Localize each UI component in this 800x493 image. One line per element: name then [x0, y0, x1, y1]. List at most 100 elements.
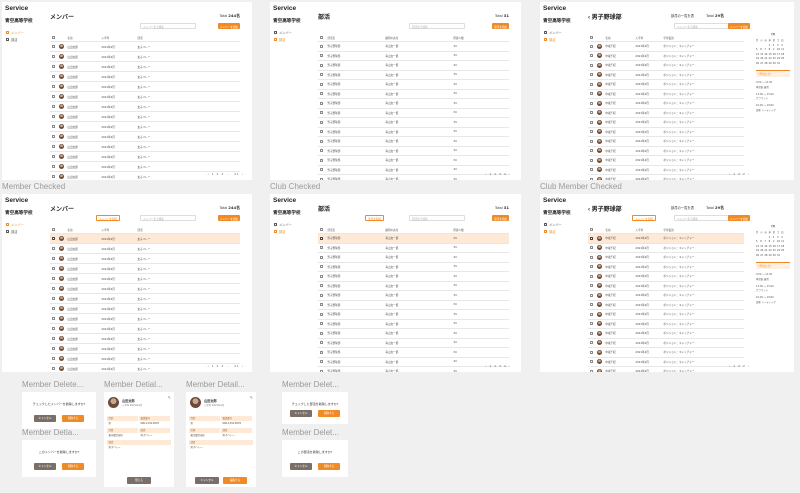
nav-item[interactable]: メンバー	[6, 29, 36, 36]
table-row[interactable]: 山田太郎 2021年4月 女子バレー	[50, 334, 240, 344]
select-all-checkbox[interactable]	[52, 227, 56, 232]
cancel-button[interactable]: キャンセル	[34, 463, 56, 470]
event-item[interactable]: 体育館 練習	[756, 85, 790, 89]
table-row[interactable]: 山田太郎 2021年4月 女子バレー	[50, 162, 240, 172]
delete-button[interactable]: メンバーを削除	[96, 215, 121, 221]
row-checkbox[interactable]	[320, 92, 324, 96]
nav-item[interactable]: メンバー	[274, 221, 304, 228]
table-row[interactable]: 中坂千紀 2021年4月 ポジション：キャッチャー	[588, 52, 744, 61]
table-row[interactable]: 中坂千紀 2021年4月 ポジション：キャッチャー	[588, 244, 744, 253]
row-checkbox[interactable]	[320, 101, 324, 105]
delete-button[interactable]: 部活を削除	[365, 215, 384, 221]
add-button[interactable]: メンバーを追加	[217, 215, 240, 221]
edit-icon[interactable]: ✎	[168, 395, 171, 400]
cancel-button[interactable]: キャンセル	[290, 410, 312, 417]
add-button[interactable]: 部活を追加	[492, 215, 509, 221]
row-checkbox[interactable]	[320, 265, 324, 269]
table-row[interactable]: 中坂千紀 2021年4月 ポジション：キャッチャー	[588, 42, 744, 52]
calendar-day[interactable]: 25	[781, 57, 785, 60]
row-checkbox[interactable]	[590, 101, 594, 105]
nav-item[interactable]: 部活	[274, 36, 304, 43]
event-item[interactable]: 体育館 練習	[756, 277, 790, 281]
row-checkbox[interactable]	[590, 360, 594, 364]
row-checkbox[interactable]	[590, 54, 594, 58]
table-row[interactable]: 中坂千紀 2021年4月 ポジション：キャッチャー	[588, 272, 744, 282]
table-row[interactable]: 山田太郎 2021年4月 女子バレー	[50, 42, 240, 52]
row-checkbox[interactable]	[320, 246, 324, 250]
row-checkbox[interactable]	[320, 322, 324, 326]
add-button[interactable]: 部活を追加	[492, 23, 509, 29]
row-checkbox[interactable]	[320, 369, 324, 372]
table-row[interactable]: 男子野球部 青山太一郎 34	[318, 61, 509, 71]
table-row[interactable]: 山田太郎 2021年4月 女子バレー	[50, 324, 240, 334]
table-row[interactable]: 男子野球部 青山太一郎 34	[318, 329, 509, 339]
nav-item[interactable]: 部活	[6, 36, 36, 43]
row-checkbox[interactable]	[52, 356, 56, 361]
row-checkbox[interactable]	[52, 134, 56, 139]
row-checkbox[interactable]	[320, 177, 324, 180]
table-row[interactable]: 中坂千紀 2021年4月 ポジション：キャッチャー	[588, 282, 744, 291]
confirm-delete-button[interactable]: 削除する	[318, 410, 340, 417]
row-checkbox[interactable]	[52, 54, 56, 59]
row-checkbox[interactable]	[52, 336, 56, 341]
row-checkbox[interactable]	[320, 82, 324, 86]
row-checkbox[interactable]	[52, 306, 56, 311]
table-row[interactable]: 中坂千紀 2021年4月 ポジション：キャッチャー	[588, 109, 744, 118]
calendar-day[interactable]: 18	[781, 245, 785, 248]
table-row[interactable]: 男子野球部 青山太一郎 34	[318, 80, 509, 90]
table-row[interactable]: 男子野球部 青山太一郎 34	[318, 99, 509, 109]
row-checkbox[interactable]	[590, 82, 594, 86]
row-checkbox[interactable]	[52, 114, 56, 119]
table-row[interactable]: 中坂千紀 2021年4月 ポジション：キャッチャー	[588, 147, 744, 156]
search-input[interactable]: メンバー名で検索	[674, 215, 730, 221]
search-input[interactable]: 部活名で検索	[409, 23, 465, 29]
row-checkbox[interactable]	[52, 124, 56, 129]
row-checkbox[interactable]	[320, 158, 324, 162]
row-checkbox[interactable]	[320, 284, 324, 288]
table-row[interactable]: 山田太郎 2021年4月 女子バレー	[50, 254, 240, 264]
table-row[interactable]: 中坂千紀 2021年4月 ポジション：キャッチャー	[588, 80, 744, 90]
event-item[interactable]: 16:00 ～ 18:00	[756, 103, 790, 107]
row-checkbox[interactable]	[590, 322, 594, 326]
table-row[interactable]: 中坂千紀 2021年4月 ポジション：キャッチャー	[588, 348, 744, 358]
table-row[interactable]: 男子野球部 青山太一郎 34	[318, 367, 509, 372]
table-row[interactable]: 山田太郎 2021年4月 女子バレー	[50, 274, 240, 284]
calendar-day[interactable]: 11	[781, 48, 785, 51]
select-all-checkbox[interactable]	[320, 35, 324, 40]
pagination[interactable]: ‹ 1 2 3 ›	[729, 172, 750, 176]
row-checkbox[interactable]	[52, 104, 56, 109]
row-checkbox[interactable]	[52, 94, 56, 99]
row-checkbox[interactable]	[52, 44, 56, 49]
nav-item[interactable]: メンバー	[6, 221, 36, 228]
table-row[interactable]: 男子野球部 青山太一郎 34	[318, 147, 509, 156]
row-checkbox[interactable]	[590, 149, 594, 153]
table-row[interactable]: 山田太郎 2021年4月 女子バレー	[50, 264, 240, 274]
row-checkbox[interactable]	[590, 139, 594, 143]
table-row[interactable]: 男子野球部 青山太一郎 34	[318, 244, 509, 253]
row-checkbox[interactable]	[52, 326, 56, 331]
row-checkbox[interactable]	[590, 274, 594, 278]
pagination[interactable]: ‹ 1 2 3 ... 31 ›	[207, 172, 244, 176]
row-checkbox[interactable]	[590, 293, 594, 297]
row-checkbox[interactable]	[590, 246, 594, 250]
row-checkbox[interactable]	[320, 341, 324, 345]
row-checkbox[interactable]	[320, 274, 324, 278]
row-checkbox[interactable]	[52, 164, 56, 169]
pagination[interactable]: ‹ 1 2 3 ... 31 ›	[207, 364, 244, 368]
row-checkbox[interactable]	[590, 92, 594, 96]
row-checkbox[interactable]	[320, 350, 324, 354]
table-row[interactable]: ✓ 男子野球部 青山太一郎 34	[318, 234, 509, 244]
row-checkbox[interactable]	[320, 168, 324, 172]
search-input[interactable]: メンバー名で検索	[674, 23, 730, 29]
table-row[interactable]: 男子野球部 青山太一郎 34	[318, 42, 509, 52]
table-row[interactable]: 山田太郎 2021年4月 女子バレー	[50, 142, 240, 152]
row-checkbox[interactable]	[590, 331, 594, 335]
add-button[interactable]: メンバーを追加	[217, 23, 240, 29]
confirm-delete-button[interactable]: 削除する	[62, 415, 84, 422]
row-checkbox[interactable]	[320, 360, 324, 364]
table-row[interactable]: 男子野球部 青山太一郎 34	[318, 291, 509, 301]
table-row[interactable]: 男子野球部 青山太一郎 34	[318, 137, 509, 147]
row-checkbox[interactable]	[590, 255, 594, 259]
row-checkbox[interactable]	[590, 312, 594, 316]
row-checkbox[interactable]	[590, 265, 594, 269]
